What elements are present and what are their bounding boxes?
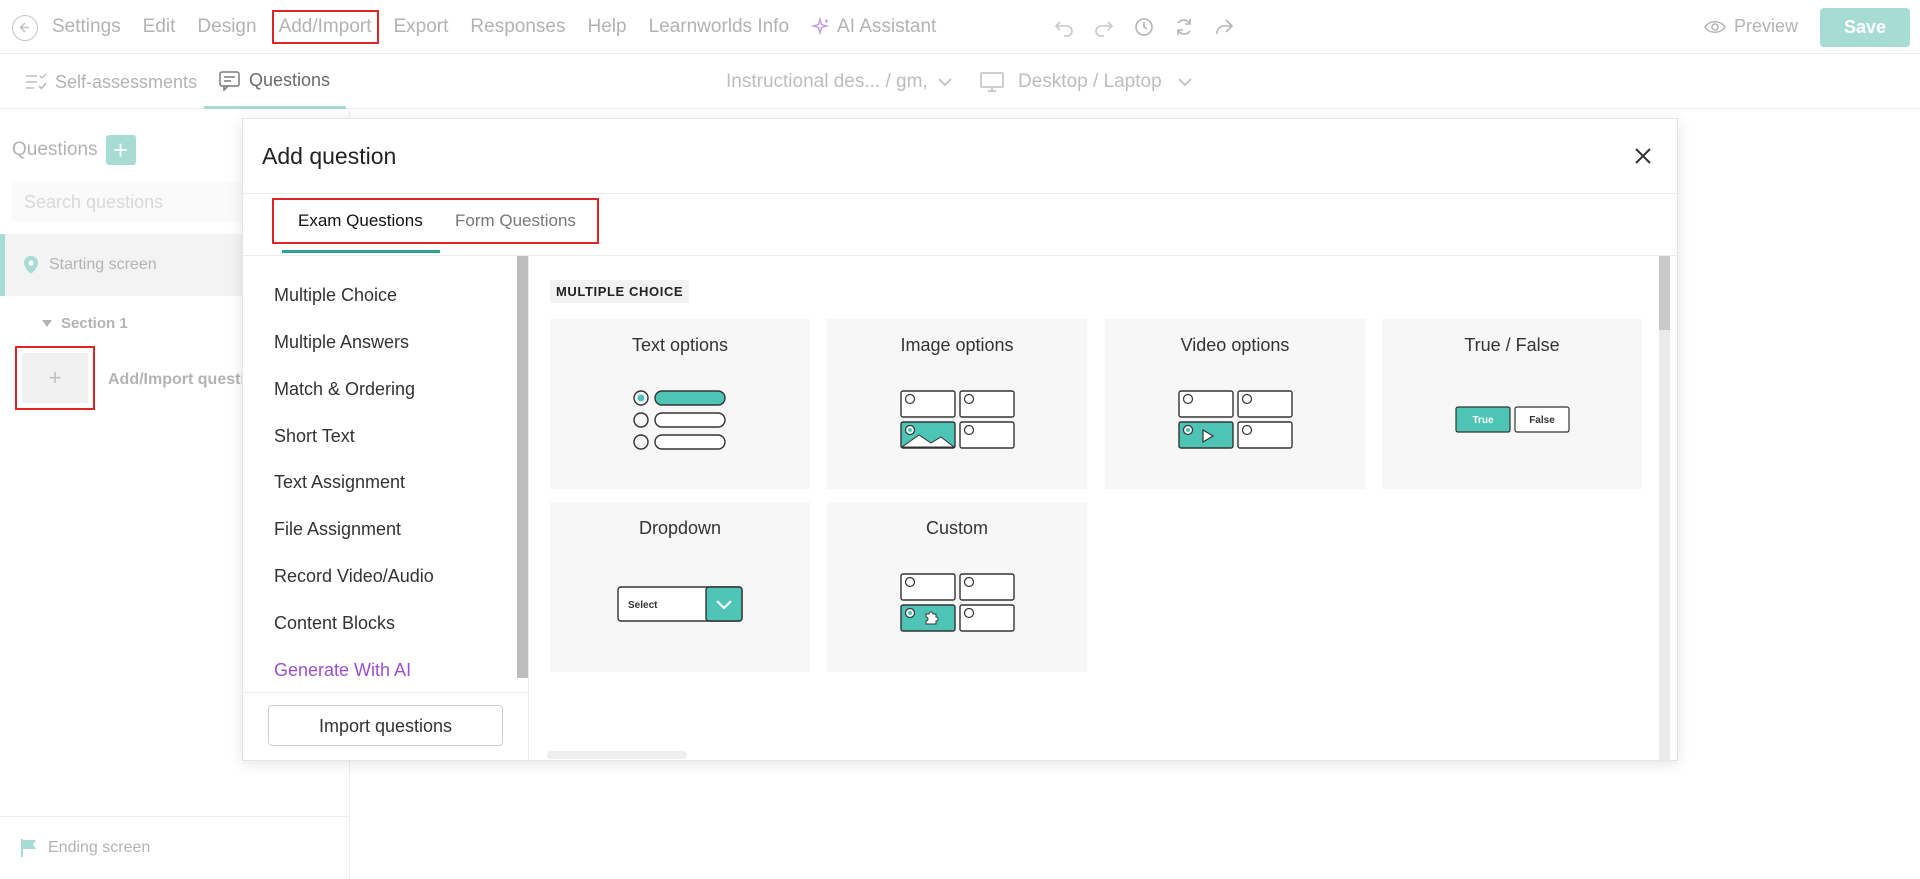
ai-assistant-label: AI Assistant	[837, 16, 937, 37]
category-short-text[interactable]: Short Text	[274, 426, 355, 447]
modal-header: Add question	[243, 119, 1677, 194]
question-category-list: Multiple Choice Multiple Answers Match &…	[243, 256, 528, 694]
menu-help[interactable]: Help	[587, 16, 626, 38]
flag-icon	[21, 839, 36, 857]
close-icon[interactable]	[1632, 145, 1654, 167]
tab-questions[interactable]: Questions	[204, 55, 347, 109]
menu-learnworlds-info[interactable]: Learnworlds Info	[649, 16, 789, 38]
card-image-options[interactable]: Image options	[827, 319, 1087, 489]
card-title: Image options	[900, 335, 1014, 355]
category-record-video-audio[interactable]: Record Video/Audio	[274, 566, 434, 587]
chevron-down-icon	[938, 77, 952, 86]
menu-edit[interactable]: Edit	[143, 16, 176, 38]
text-options-illustration	[633, 390, 726, 450]
question-chat-icon	[219, 70, 240, 91]
dropdown-illustration: Select	[617, 586, 743, 622]
monitor-icon	[980, 72, 1004, 92]
device-dropdown[interactable]: Desktop / Laptop	[980, 55, 1192, 109]
card-true-false[interactable]: True / False True False	[1382, 319, 1642, 489]
category-match-ordering[interactable]: Match & Ordering	[274, 379, 415, 400]
location-pin-icon	[24, 256, 38, 274]
category-text-assignment[interactable]: Text Assignment	[274, 472, 405, 493]
add-question-placeholder[interactable]: +	[15, 346, 95, 410]
card-title: Custom	[925, 518, 988, 538]
starting-screen-label: Starting screen	[49, 256, 157, 273]
content-scrollbar-thumb[interactable]	[1659, 256, 1670, 330]
toolbar-icons	[1052, 15, 1252, 41]
category-file-assignment[interactable]: File Assignment	[274, 519, 401, 540]
card-title: Video options	[1180, 335, 1290, 355]
false-option-text: False	[1529, 415, 1555, 426]
menu-add-import[interactable]: Add/Import	[271, 10, 379, 44]
tab-self-assessments[interactable]: Self-assessments	[25, 55, 197, 109]
category-scrollbar[interactable]	[517, 256, 528, 678]
questions-heading-label: Questions	[12, 139, 98, 160]
card-title: True / False	[1464, 335, 1560, 355]
category-multiple-choice[interactable]: Multiple Choice	[274, 285, 397, 306]
secondary-bar: Self-assessments Questions Instructional…	[0, 55, 1920, 109]
history-icon[interactable]	[1132, 15, 1158, 41]
plus-icon: +	[22, 353, 88, 403]
import-questions-button[interactable]: Import questions	[268, 705, 503, 746]
sparkle-icon	[811, 17, 830, 36]
select-text: Select	[628, 600, 658, 611]
video-options-illustration	[1178, 390, 1293, 449]
category-multiple-answers[interactable]: Multiple Answers	[274, 332, 409, 353]
true-option-text: True	[1472, 415, 1494, 426]
tab-self-assessments-label: Self-assessments	[55, 71, 198, 92]
custom-illustration	[900, 573, 1015, 632]
true-false-illustration: True False	[1455, 406, 1570, 433]
questions-heading: Questions +	[12, 135, 136, 165]
menu-settings[interactable]: Settings	[52, 16, 121, 38]
refresh-icon[interactable]	[1172, 15, 1198, 41]
main-menu: Settings Edit Design Add/Import Export R…	[52, 0, 958, 54]
menu-design[interactable]: Design	[197, 16, 256, 38]
card-title: Dropdown	[638, 518, 722, 538]
content-scrollbar-track[interactable]	[1659, 256, 1670, 762]
device-dropdown-value: Desktop / Laptop	[1018, 71, 1162, 92]
section-1-header[interactable]: Section 1	[42, 315, 128, 332]
tab-questions-label: Questions	[249, 70, 331, 90]
card-text-options[interactable]: Text options	[550, 319, 810, 489]
course-dropdown-value: Instructional des... / gm,	[726, 71, 928, 92]
list-check-icon	[26, 73, 47, 90]
save-button[interactable]: Save	[1820, 8, 1910, 47]
category-content-blocks[interactable]: Content Blocks	[274, 613, 395, 634]
tab-exam-questions[interactable]: Exam Questions	[298, 195, 423, 247]
active-tab-indicator	[282, 250, 440, 253]
card-custom[interactable]: Custom	[827, 502, 1087, 672]
modal-title: Add question	[262, 143, 397, 169]
ending-screen-label: Ending screen	[48, 839, 151, 856]
eye-icon	[1704, 20, 1726, 33]
menu-export[interactable]: Export	[394, 16, 449, 38]
search-questions-input[interactable]: Search questions	[12, 182, 252, 222]
chevron-down-icon	[1178, 77, 1192, 86]
top-navigation-bar: Settings Edit Design Add/Import Export R…	[0, 0, 1920, 54]
import-area: Import questions	[243, 692, 528, 762]
preview-button[interactable]: Preview	[1704, 16, 1798, 37]
section-1-label: Section 1	[61, 315, 128, 332]
question-types-panel: MULTIPLE CHOICE Text options Image optio…	[529, 256, 1679, 762]
tab-form-questions[interactable]: Form Questions	[455, 195, 576, 247]
course-dropdown[interactable]: Instructional des... / gm,	[726, 55, 952, 109]
menu-responses[interactable]: Responses	[470, 16, 565, 38]
card-title: Text options	[631, 335, 729, 355]
undo-icon[interactable]	[1052, 15, 1078, 41]
horizontal-scrollbar[interactable]	[547, 751, 687, 759]
back-arrow-icon[interactable]	[12, 15, 38, 41]
preview-label: Preview	[1734, 16, 1799, 36]
share-icon[interactable]	[1212, 15, 1238, 41]
card-dropdown[interactable]: Dropdown Select	[550, 502, 810, 672]
caret-down-icon	[42, 320, 52, 327]
image-options-illustration	[900, 390, 1015, 449]
ending-screen-item[interactable]: Ending screen	[0, 816, 350, 879]
card-video-options[interactable]: Video options	[1105, 319, 1365, 489]
menu-ai-assistant[interactable]: AI Assistant	[811, 16, 936, 38]
redo-icon[interactable]	[1092, 15, 1118, 41]
add-question-modal: Add question Exam Questions Form Questio…	[242, 118, 1679, 762]
category-generate-with-ai[interactable]: Generate With AI	[274, 660, 411, 681]
section-label: MULTIPLE CHOICE	[550, 280, 690, 303]
add-question-button[interactable]: +	[105, 135, 136, 165]
